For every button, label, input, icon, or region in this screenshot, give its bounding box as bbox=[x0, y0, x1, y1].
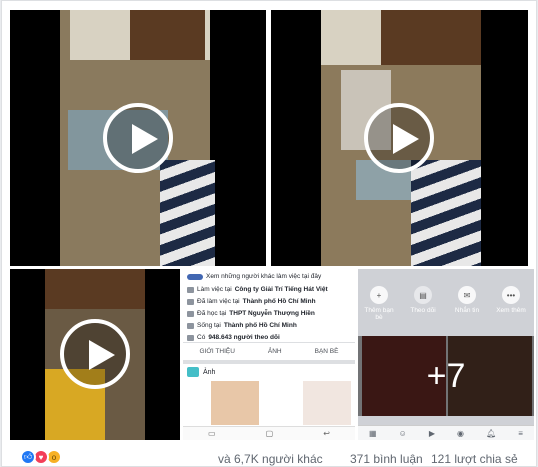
photo-thumb[interactable] bbox=[211, 381, 259, 425]
photo-tile-profile[interactable]: Xem những người khác làm việc tại đây Là… bbox=[183, 269, 355, 440]
rss-icon bbox=[187, 334, 194, 341]
video-tile-2[interactable] bbox=[271, 10, 528, 266]
reaction-summary[interactable]: và 6,7K người khác bbox=[218, 452, 323, 466]
info-bold: Công ty Giải Trí Tiếng Hát Việt bbox=[234, 286, 328, 293]
home-button-icon[interactable]: ▢ bbox=[266, 429, 274, 438]
info-text: Sống tại bbox=[197, 322, 221, 329]
info-text: Có bbox=[197, 334, 206, 341]
video-tile-3[interactable] bbox=[10, 269, 180, 440]
tab-photos[interactable]: ẢNH bbox=[268, 348, 282, 355]
video-window bbox=[45, 269, 145, 309]
info-bold: Thành phố Hồ Chí Minh bbox=[223, 322, 297, 329]
share-count[interactable]: 121 lượt chia sẻ bbox=[431, 452, 518, 466]
tab-friends[interactable]: BẠN BÈ bbox=[315, 348, 339, 355]
photo-thumb[interactable] bbox=[303, 381, 351, 425]
play-button-icon[interactable] bbox=[60, 319, 130, 389]
action-follow[interactable]: ▤ Theo dõi bbox=[406, 286, 440, 314]
info-text: Làm việc tại bbox=[197, 286, 232, 293]
messenger-icon: ✉ bbox=[458, 286, 476, 304]
play-button-icon[interactable] bbox=[364, 103, 434, 173]
profile-info-row: Đã làm việc tại Thành phố Hồ Chí Minh bbox=[187, 298, 316, 305]
info-bold: Thành phố Hồ Chí Minh bbox=[242, 298, 316, 305]
info-text: Đã học tại bbox=[197, 310, 227, 317]
profile-info-row: Sống tại Thành phố Hồ Chí Minh bbox=[187, 322, 297, 329]
comment-count[interactable]: 371 bình luận bbox=[350, 452, 423, 466]
friends-icon[interactable]: ☺ bbox=[399, 429, 407, 438]
add-friend-icon: + bbox=[370, 286, 388, 304]
avatars-icon bbox=[187, 273, 203, 280]
info-bold: 948.643 người theo dõi bbox=[208, 334, 280, 341]
briefcase-icon bbox=[187, 286, 194, 293]
photos-section-header: Ảnh bbox=[187, 367, 215, 377]
info-bold: THPT Nguyễn Thượng Hiền bbox=[229, 310, 315, 317]
profile-icon[interactable]: ◉ bbox=[457, 429, 464, 438]
photos-label: Ảnh bbox=[203, 368, 216, 376]
back-icon[interactable]: ↩ bbox=[323, 429, 330, 438]
android-nav-bar: ▭ ▢ ↩ bbox=[183, 426, 355, 440]
like-icon[interactable]: 👍︎ bbox=[20, 449, 36, 465]
photo-tile-more[interactable]: + Thêm bạn bè ▤ Theo dõi ✉ Nhắn tin ••• … bbox=[358, 269, 534, 440]
school-icon bbox=[187, 310, 194, 317]
media-grid: Xem những người khác làm việc tại đây Là… bbox=[10, 10, 534, 440]
profile-info-row: Đã học tại THPT Nguyễn Thượng Hiền bbox=[187, 310, 315, 317]
post-footer: 👍︎ ♥ o và 6,7K người khác 371 bình luận … bbox=[2, 445, 538, 467]
video-tile-1[interactable] bbox=[10, 10, 266, 266]
feed-icon[interactable]: ▦ bbox=[369, 429, 377, 438]
profile-info-row: Có 948.643 người theo dõi bbox=[187, 334, 280, 341]
see-others-row: Xem những người khác làm việc tại đây bbox=[187, 273, 321, 280]
video-person bbox=[411, 160, 481, 266]
app-nav-bar: ▦ ☺ ▶ ◉ 🔔︎ ≡ bbox=[358, 425, 534, 440]
action-label: Theo dõi bbox=[410, 307, 436, 314]
menu-icon[interactable]: ≡ bbox=[518, 429, 523, 438]
more-photos-count[interactable]: +7 bbox=[358, 336, 534, 416]
profile-info-row: Làm việc tại Công ty Giải Trí Tiếng Hát … bbox=[187, 286, 328, 293]
tab-about[interactable]: GIỚI THIỆU bbox=[199, 348, 234, 355]
video-window bbox=[381, 10, 481, 65]
video-person bbox=[160, 160, 215, 266]
action-add-friend[interactable]: + Thêm bạn bè bbox=[362, 286, 396, 321]
photos-icon bbox=[187, 367, 199, 377]
menu-icon[interactable]: ▭ bbox=[208, 429, 216, 438]
more-icon: ••• bbox=[502, 286, 520, 304]
action-message[interactable]: ✉ Nhắn tin bbox=[450, 286, 484, 314]
follow-icon: ▤ bbox=[414, 286, 432, 304]
profile-tabs: GIỚI THIỆU ẢNH BẠN BÈ bbox=[183, 342, 355, 364]
home-icon bbox=[187, 322, 194, 329]
see-others-text: Xem những người khác làm việc tại đây bbox=[206, 273, 322, 280]
play-button-icon[interactable] bbox=[103, 103, 173, 173]
briefcase-icon bbox=[187, 298, 194, 305]
watch-icon[interactable]: ▶ bbox=[429, 429, 435, 438]
action-label: Nhắn tin bbox=[454, 307, 480, 314]
info-text: Đã làm việc tại bbox=[197, 298, 240, 305]
action-more[interactable]: ••• Xem thêm bbox=[494, 286, 528, 314]
action-label: Xem thêm bbox=[496, 307, 526, 314]
action-label: Thêm bạn bè bbox=[364, 307, 394, 321]
post-card: Xem những người khác làm việc tại đây Là… bbox=[1, 0, 537, 467]
notifications-icon[interactable]: 🔔︎ bbox=[486, 429, 496, 438]
video-window bbox=[130, 10, 205, 60]
